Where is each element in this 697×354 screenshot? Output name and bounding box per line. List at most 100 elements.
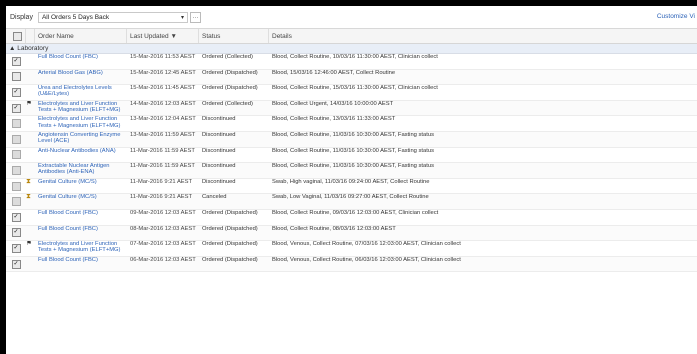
table-row[interactable]: ✓ Full Blood Count (FBC) 15-Mar-2016 11:53… xyxy=(6,54,697,70)
table-row[interactable]: ✓ ⚑ Electrolytes and Liver Function Tests … xyxy=(6,100,697,117)
row-indicator-cell xyxy=(26,132,35,147)
table-row[interactable]: Anti-Nuclear Antibodies (ANA) 11-Mar-2016… xyxy=(6,148,697,164)
row-select-cell: ✓ xyxy=(6,85,26,100)
status-cell: Ordered (Dispatched) xyxy=(202,85,258,92)
table-row[interactable]: ✓ Full Blood Count (FBC) 06-Mar-2016 12:03… xyxy=(6,256,697,273)
order-name-link[interactable]: Full Blood Count (FBC) xyxy=(35,54,127,69)
row-indicator-cell xyxy=(26,210,35,225)
last-updated-cell: 06-Mar-2016 12:03 AEST xyxy=(130,256,196,263)
details-cell: Blood, Collect Routine, 11/03/16 10:30:0… xyxy=(272,163,434,170)
filter-options-button[interactable]: … xyxy=(189,11,201,23)
row-checkbox[interactable]: ✓ xyxy=(11,259,21,269)
flag-icon: ⚑ xyxy=(26,100,32,107)
table-row[interactable]: ✓ Full Blood Count (FBC) 08-Mar-2016 12:03… xyxy=(6,225,697,242)
column-header-status[interactable]: Status xyxy=(199,29,269,43)
table-row[interactable]: Arterial Blood Gas (ABG) 15-Mar-2016 12:4… xyxy=(6,69,697,86)
row-checkbox[interactable]: ✓ xyxy=(11,228,21,238)
row-select-cell: ✓ xyxy=(6,54,26,69)
row-indicator-cell xyxy=(26,148,35,163)
table-row[interactable]: ✓ ⚑ Electrolytes and Liver Function Tests … xyxy=(6,241,697,257)
status-cell: Ordered (Dispatched) xyxy=(202,225,258,232)
last-updated-cell: 15-Mar-2016 12:45 AEST xyxy=(130,69,196,76)
details-cell: Blood, Collect Routine, 11/03/16 10:30:0… xyxy=(272,131,434,138)
row-indicator-cell: ⚑ xyxy=(26,241,35,256)
table-row[interactable]: Angiotensin Converting Enzyme Level (ACE… xyxy=(6,131,697,148)
details-cell: Blood, Collect Routine, 11/03/16 10:30:0… xyxy=(272,147,434,154)
order-name-link[interactable]: Genital Culture (MC/S) xyxy=(35,179,127,194)
details-cell: Blood, Collect Routine, 09/03/16 12:03:0… xyxy=(272,209,439,216)
order-name-link[interactable]: Anti-Nuclear Antibodies (ANA) xyxy=(35,148,127,163)
status-cell: Ordered (Dispatched) xyxy=(202,241,258,248)
row-checkbox[interactable] xyxy=(11,150,21,160)
customize-view-link[interactable]: Customize Vi xyxy=(657,13,695,20)
row-select-cell xyxy=(6,163,26,178)
row-select-cell xyxy=(6,132,26,147)
order-name-link[interactable]: Extractable Nuclear Antigen Antibodies (… xyxy=(35,163,127,178)
row-indicator-cell xyxy=(26,54,35,69)
row-indicator-cell xyxy=(26,70,35,85)
column-header-details[interactable]: Details xyxy=(269,29,697,43)
flag-column-header xyxy=(26,29,35,43)
status-cell: Canceled xyxy=(202,194,227,201)
details-cell: Blood, Collect Routine, 13/03/16 11:33:0… xyxy=(272,116,396,123)
order-name-link[interactable]: Full Blood Count (FBC) xyxy=(35,257,127,272)
table-row[interactable]: ✓ Full Blood Count (FBC) 09-Mar-2016 12:03… xyxy=(6,210,697,226)
order-name-link[interactable]: Arterial Blood Gas (ABG) xyxy=(35,70,127,85)
group-header-laboratory[interactable]: ▲ Laboratory xyxy=(6,44,697,54)
status-cell: Ordered (Collected) xyxy=(202,54,253,60)
order-name-link[interactable]: Electrolytes and Liver Function Tests + … xyxy=(35,101,127,116)
orders-table-body: ✓ Full Blood Count (FBC) 15-Mar-2016 11:53… xyxy=(6,54,697,273)
select-all-checkbox[interactable] xyxy=(12,31,22,41)
row-checkbox[interactable]: ✓ xyxy=(11,103,21,113)
chevron-down-icon: ▾ xyxy=(180,14,184,21)
row-select-cell xyxy=(6,116,26,131)
row-indicator-cell xyxy=(26,226,35,241)
details-cell: Blood, 15/03/16 12:46:00 AEST, Collect R… xyxy=(272,69,396,76)
order-name-link[interactable]: Full Blood Count (FBC) xyxy=(35,210,127,225)
status-cell: Ordered (Collected) xyxy=(202,100,253,107)
row-checkbox[interactable] xyxy=(11,181,21,191)
row-indicator-cell xyxy=(26,85,35,100)
row-checkbox[interactable] xyxy=(11,119,21,129)
row-select-cell: ✓ xyxy=(6,257,26,272)
collapse-icon[interactable]: ▲ xyxy=(9,45,17,52)
status-cell: Discontinued xyxy=(202,131,236,138)
row-checkbox[interactable]: ✓ xyxy=(11,243,21,253)
display-label: Display xyxy=(10,13,33,21)
last-updated-cell: 08-Mar-2016 12:03 AEST xyxy=(130,225,196,232)
row-checkbox[interactable]: ✓ xyxy=(11,87,21,97)
order-name-link[interactable]: Electrolytes and Liver Function Tests + … xyxy=(35,241,127,256)
column-header-last-updated[interactable]: Last Updated ▼ xyxy=(127,29,199,43)
table-row[interactable]: ✓ Urea and Electrolytes Levels (U&E/Lytes… xyxy=(6,85,697,101)
table-row[interactable]: ⧗ Genital Culture (MC/S) 11-Mar-2016 9:21 … xyxy=(6,179,697,195)
last-updated-cell: 13-Mar-2016 12:04 AEST xyxy=(130,116,196,123)
order-name-link[interactable]: Genital Culture (MC/S) xyxy=(35,194,127,209)
last-updated-cell: 11-Mar-2016 9:21 AEST xyxy=(130,178,193,185)
last-updated-cell: 14-Mar-2016 12:03 AEST xyxy=(130,100,196,107)
order-name-link[interactable]: Angiotensin Converting Enzyme Level (ACE… xyxy=(35,132,127,147)
row-checkbox[interactable] xyxy=(11,165,21,175)
row-checkbox[interactable]: ✓ xyxy=(11,212,21,222)
display-filter-select[interactable]: All Orders 5 Days Back ▾ xyxy=(37,11,188,23)
column-header-order-name[interactable]: Order Name xyxy=(35,29,127,43)
row-select-cell xyxy=(6,194,26,209)
status-cell: Discontinued xyxy=(202,163,236,170)
last-updated-cell: 09-Mar-2016 12:03 AEST xyxy=(130,209,196,216)
details-cell: Blood, Venous, Collect Routine, 07/03/16… xyxy=(272,241,461,248)
row-checkbox[interactable] xyxy=(11,72,21,82)
row-indicator-cell xyxy=(26,116,35,131)
order-name-link[interactable]: Urea and Electrolytes Levels (U&E/Lytes) xyxy=(35,85,127,100)
table-row[interactable]: Extractable Nuclear Antigen Antibodies (… xyxy=(6,163,697,179)
group-label: Laboratory xyxy=(17,45,49,52)
order-name-link[interactable]: Electrolytes and Liver Function Tests + … xyxy=(35,116,127,131)
select-column-header[interactable] xyxy=(6,29,26,43)
row-select-cell: ✓ xyxy=(6,101,26,116)
row-checkbox[interactable] xyxy=(11,197,21,207)
status-cell: Ordered (Dispatched) xyxy=(202,256,258,263)
table-row[interactable]: ⧗ Genital Culture (MC/S) 11-Mar-2016 9:21 … xyxy=(6,194,697,210)
row-select-cell: ✓ xyxy=(6,241,26,256)
order-name-link[interactable]: Full Blood Count (FBC) xyxy=(35,226,127,241)
table-row[interactable]: Electrolytes and Liver Function Tests + … xyxy=(6,116,697,132)
row-checkbox[interactable] xyxy=(11,134,21,144)
row-checkbox[interactable]: ✓ xyxy=(11,56,21,66)
